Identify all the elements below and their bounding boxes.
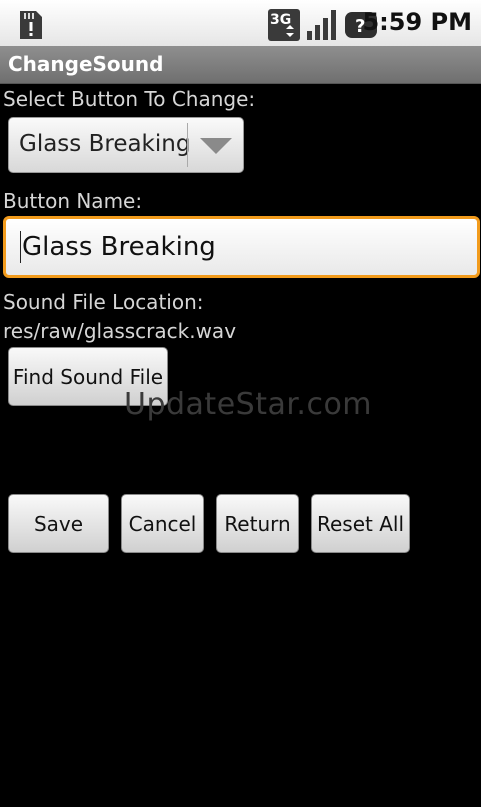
reset-all-button[interactable]: Reset All xyxy=(311,494,410,553)
button-name-input[interactable]: Glass Breaking xyxy=(3,216,480,278)
save-button[interactable]: Save xyxy=(8,494,109,553)
spinner-divider xyxy=(187,123,188,167)
app-title: ChangeSound xyxy=(8,52,164,76)
sd-card-warning-icon xyxy=(16,9,46,45)
cancel-button[interactable]: Cancel xyxy=(121,494,204,553)
return-button[interactable]: Return xyxy=(216,494,299,553)
signal-strength-icon xyxy=(306,9,338,45)
button-name-value: Glass Breaking xyxy=(22,232,216,262)
status-bar: 3G ? 5:59 PM xyxy=(0,0,481,47)
spinner-selected-value: Glass Breaking xyxy=(19,131,191,157)
text-cursor xyxy=(20,231,21,263)
sound-location-value: res/raw/glasscrack.wav xyxy=(3,319,237,343)
title-bar: ChangeSound xyxy=(0,46,481,84)
button-select-spinner[interactable]: Glass Breaking xyxy=(8,117,244,173)
network-type-label: 3G xyxy=(270,12,291,28)
status-clock: 5:59 PM xyxy=(362,8,472,36)
network-3g-icon: 3G xyxy=(268,9,302,45)
watermark: UpdateStar.com xyxy=(124,387,373,422)
select-button-label: Select Button To Change: xyxy=(3,87,256,111)
sound-location-label: Sound File Location: xyxy=(3,290,204,314)
button-name-label: Button Name: xyxy=(3,189,143,213)
chevron-down-icon xyxy=(200,138,232,154)
